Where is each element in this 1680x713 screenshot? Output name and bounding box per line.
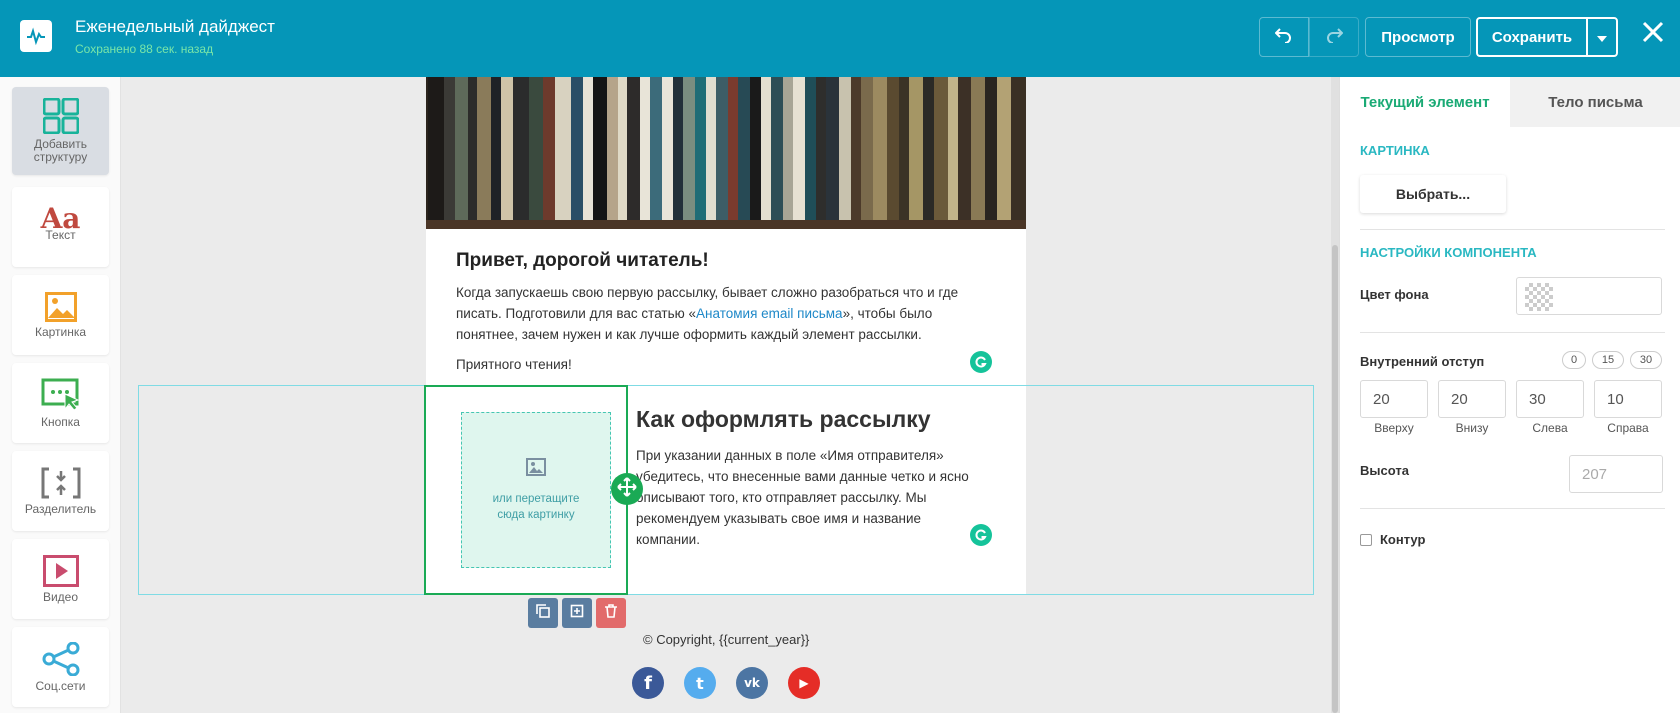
delete-block-button[interactable]: [596, 598, 626, 628]
height-label: Высота: [1360, 463, 1409, 478]
tool-text[interactable]: Aa Текст: [12, 187, 109, 267]
signoff-text[interactable]: Приятного чтения!: [456, 357, 572, 372]
twitter-icon[interactable]: t: [684, 667, 716, 699]
tool-video[interactable]: Видео: [12, 539, 109, 619]
video-icon: [42, 554, 79, 587]
redo-icon: [1325, 27, 1344, 47]
divider-icon: [41, 467, 81, 499]
vk-icon[interactable]: vk: [736, 667, 768, 699]
button-icon: [41, 378, 81, 412]
settings-panel: Текущий элемент Тело письма КАРТИНКА Выб…: [1339, 77, 1680, 713]
image-section-title: КАРТИНКА: [1360, 143, 1430, 158]
tool-label: Разделитель: [24, 501, 97, 516]
transparent-swatch-icon: [1525, 283, 1553, 311]
tool-label: Кнопка: [41, 414, 80, 429]
close-button[interactable]: [1637, 18, 1669, 50]
image-icon: [44, 291, 77, 322]
save-block-icon: [570, 604, 584, 623]
save-options-button[interactable]: [1586, 17, 1618, 57]
row-selection-outline: [138, 385, 1314, 595]
share-icon: [41, 641, 81, 676]
drag-handle[interactable]: [611, 473, 643, 505]
tool-button[interactable]: Кнопка: [12, 363, 109, 443]
outline-label: Контур: [1380, 532, 1426, 547]
outline-checkbox[interactable]: [1360, 534, 1372, 546]
youtube-icon[interactable]: ▶: [788, 667, 820, 699]
padding-top-input[interactable]: 20: [1360, 380, 1428, 418]
preview-button[interactable]: Просмотр: [1365, 17, 1471, 57]
save-button[interactable]: Сохранить: [1476, 17, 1588, 57]
grid-icon: [42, 98, 79, 134]
padding-preset-15[interactable]: 15: [1592, 351, 1624, 369]
tool-label: Картинка: [34, 324, 87, 339]
padding-right-caption: Справа: [1607, 421, 1649, 435]
undo-icon: [1274, 27, 1293, 47]
tool-label: Видео: [42, 589, 79, 604]
trash-icon: [604, 603, 618, 623]
padding-right-input[interactable]: 10: [1594, 380, 1662, 418]
tool-label: Добавить структуру: [33, 137, 88, 164]
tool-image[interactable]: Картинка: [12, 275, 109, 355]
choose-image-button[interactable]: Выбрать...: [1360, 175, 1506, 213]
column-selection-outline: [424, 385, 628, 595]
settings-section-title: НАСТРОЙКИ КОМПОНЕНТА: [1360, 245, 1537, 260]
tab-current-element[interactable]: Текущий элемент: [1340, 77, 1510, 127]
grammarly-icon[interactable]: [970, 351, 992, 373]
tool-label: Соц.сети: [35, 678, 86, 693]
chevron-down-icon: [1597, 29, 1607, 46]
height-input[interactable]: 207: [1569, 455, 1663, 493]
toolbox-sidebar: Добавить структуру Aa Текст Картинка Кно…: [0, 77, 121, 713]
app-logo-icon[interactable]: [20, 20, 52, 52]
bg-color-label: Цвет фона: [1360, 287, 1429, 302]
padding-top-caption: Вверху: [1374, 421, 1414, 435]
padding-bottom-input[interactable]: 20: [1438, 380, 1506, 418]
text-icon: Aa: [40, 202, 81, 235]
tool-add-structure[interactable]: Добавить структуру: [12, 87, 109, 175]
redo-button[interactable]: [1309, 17, 1359, 57]
bg-color-picker[interactable]: [1516, 277, 1662, 315]
padding-bottom-caption: Внизу: [1455, 421, 1489, 435]
tool-social[interactable]: Соц.сети: [12, 627, 109, 707]
twitter-glyph: t: [696, 673, 704, 693]
saved-status: Сохранено 88 сек. назад: [75, 42, 214, 56]
top-bar: Еженедельный дайджест Сохранено 88 сек. …: [0, 0, 1680, 77]
facebook-glyph: f: [644, 672, 652, 694]
vk-glyph: vk: [744, 676, 760, 690]
save-block-button[interactable]: [562, 598, 592, 628]
divider: [1360, 229, 1665, 230]
copyright-text[interactable]: © Copyright, {{current_year}}: [643, 632, 809, 647]
tab-email-body[interactable]: Тело письма: [1510, 77, 1680, 127]
padding-left-input[interactable]: 30: [1516, 380, 1584, 418]
greeting-title[interactable]: Привет, дорогой читатель!: [456, 250, 709, 272]
undo-button[interactable]: [1259, 17, 1309, 57]
facebook-icon[interactable]: f: [632, 667, 664, 699]
padding-label: Внутренний отступ: [1360, 354, 1485, 369]
youtube-glyph: ▶: [799, 676, 809, 690]
divider: [1360, 508, 1665, 509]
padding-preset-30[interactable]: 30: [1630, 351, 1662, 369]
divider: [1360, 332, 1665, 333]
document-title[interactable]: Еженедельный дайджест: [75, 17, 275, 37]
canvas-scrollbar-thumb[interactable]: [1332, 245, 1338, 713]
close-icon: [1642, 21, 1664, 48]
duplicate-button[interactable]: [528, 598, 558, 628]
copy-icon: [536, 603, 550, 623]
greeting-text[interactable]: Когда запускаешь свою первую рассылку, б…: [456, 282, 976, 345]
tool-label: Текст: [45, 228, 76, 242]
tool-divider[interactable]: Разделитель: [12, 451, 109, 531]
bookshelf-image[interactable]: [426, 77, 1026, 229]
padding-left-caption: Слева: [1532, 421, 1568, 435]
article-link[interactable]: Анатомия email письма: [696, 306, 843, 321]
padding-preset-0[interactable]: 0: [1562, 351, 1586, 369]
move-icon: [617, 476, 637, 502]
